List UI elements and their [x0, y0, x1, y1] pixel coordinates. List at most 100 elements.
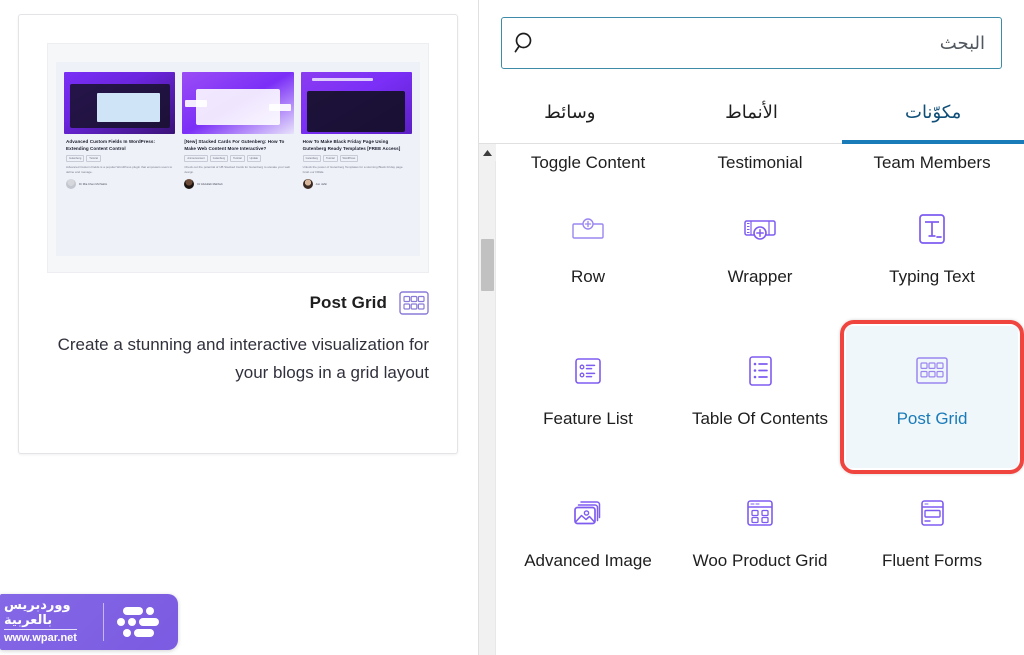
- block-item-team-members[interactable]: Team Members: [846, 144, 1018, 184]
- block-preview-meta: Post Grid Create a stunning and interact…: [47, 291, 429, 386]
- post-grid-icon: [911, 342, 953, 400]
- thumbnail-post-tags: Gutenberg Tutorial WordPress: [302, 155, 410, 163]
- tab-label: الأنماط: [725, 101, 778, 122]
- thumbnail-post-card: Advanced Custom Fields In WordPress: Ext…: [64, 72, 176, 246]
- block-item-label: Row: [571, 266, 606, 286]
- advanced-image-icon: [566, 484, 610, 542]
- search-icon: [502, 30, 548, 56]
- block-item-fluent-forms[interactable]: Fluent Forms: [846, 468, 1018, 610]
- thumbnail-author-name: Jon Jahir: [315, 182, 328, 187]
- block-item-label: Typing Text: [889, 266, 975, 286]
- thumbnail-post-title: [New] Stacked Cards For Gutenberg: How T…: [184, 139, 285, 152]
- block-item-testimonial[interactable]: Testimonial: [674, 144, 846, 184]
- block-item-typing-text[interactable]: Typing Text: [846, 184, 1018, 326]
- search-row: [479, 0, 1024, 86]
- thumbnail-post-tag: Update: [246, 155, 261, 163]
- thumbnail-post-card: How To Make Black Friday Page Using Gute…: [300, 72, 412, 246]
- tab-components[interactable]: مكوّنات: [842, 86, 1024, 144]
- thumbnail-post-image: [182, 72, 294, 134]
- thumbnail-author-name: Dr Mia Chen Md Salim: [79, 182, 108, 187]
- block-preview-area: How To Make Black Friday Page Using Gute…: [0, 0, 478, 655]
- block-item-label: Feature List: [543, 408, 633, 428]
- block-item-label: Wrapper: [727, 266, 793, 286]
- avatar: [302, 179, 313, 190]
- thumbnail-post-tag: Tutorial: [322, 155, 338, 163]
- thumbnail-post-title: Advanced Custom Fields In WordPress: Ext…: [66, 139, 156, 152]
- block-item-label: Post Grid: [896, 408, 968, 428]
- tab-patterns[interactable]: الأنماط: [661, 86, 843, 144]
- tab-label: مكوّنات: [905, 101, 962, 122]
- screen-root: How To Make Black Friday Page Using Gute…: [0, 0, 1024, 655]
- avatar: [66, 179, 77, 190]
- avatar: [184, 179, 195, 190]
- thumbnail-post-tags: Announcement Gutenberg Tutorial Update: [184, 155, 291, 163]
- block-grid-list: Team Members Testimonial Toggle Content: [496, 144, 1024, 610]
- block-item-label: Woo Product Grid: [692, 550, 828, 570]
- row-icon: [565, 200, 611, 258]
- block-preview-title: Post Grid: [309, 293, 387, 312]
- thumbnail-post-tag: Tutorial: [86, 155, 101, 163]
- typing-text-icon: [912, 200, 952, 258]
- search-input[interactable]: [548, 18, 1001, 68]
- thumbnail-post-tag: Gutenberg: [209, 155, 229, 163]
- block-preview-card: How To Make Black Friday Page Using Gute…: [18, 14, 458, 454]
- woo-product-grid-icon: [739, 484, 781, 542]
- block-item-woo-product-grid[interactable]: Woo Product Grid: [674, 468, 846, 610]
- wrapper-icon: [738, 200, 782, 258]
- watermark-logo-icon: [104, 594, 178, 650]
- blocks-scroll-container: Team Members Testimonial Toggle Content: [496, 144, 1024, 655]
- block-item-label: Toggle Content: [530, 153, 646, 172]
- scrollbar-thumb[interactable]: [481, 239, 494, 291]
- feature-list-icon: [568, 342, 608, 400]
- blocks-region: Team Members Testimonial Toggle Content: [479, 144, 1024, 655]
- block-item-advanced-image[interactable]: Advanced Image: [502, 468, 674, 610]
- watermark-line-1: ووردبريس: [4, 597, 71, 613]
- blocks-scrollbar[interactable]: [479, 144, 496, 655]
- tab-label: وسائط: [544, 101, 596, 122]
- block-item-wrapper[interactable]: Wrapper: [674, 184, 846, 326]
- block-item-label: Testimonial: [717, 153, 803, 172]
- thumbnail-post-author: Dr Abdullah Mahbub: [184, 179, 291, 190]
- watermark-divider: [103, 603, 104, 641]
- thumbnail-post-grid: How To Make Black Friday Page Using Gute…: [56, 62, 420, 256]
- watermark-url: www.wpar.net: [4, 629, 77, 645]
- table-of-contents-icon: [741, 342, 779, 400]
- thumbnail-post-card: [New] Stacked Cards For Gutenberg: How T…: [182, 72, 294, 246]
- site-watermark: ووردبريس بالعربية www.wpar.net: [0, 594, 178, 650]
- block-inserter-panel: مكوّنات الأنماط وسائط Team Members Testi…: [478, 0, 1024, 655]
- search-box[interactable]: [501, 17, 1002, 69]
- block-item-table-of-contents[interactable]: Table Of Contents: [674, 326, 846, 468]
- thumbnail-post-image: [300, 72, 412, 134]
- inserter-tabs: مكوّنات الأنماط وسائط: [479, 86, 1024, 144]
- block-preview-thumbnail: How To Make Black Friday Page Using Gute…: [47, 43, 429, 273]
- thumbnail-post-excerpt: Advanced Custom Fields is a popular Word…: [66, 165, 173, 175]
- triangle-up-icon[interactable]: [479, 144, 496, 161]
- tab-media[interactable]: وسائط: [479, 86, 661, 144]
- block-item-row[interactable]: Row: [502, 184, 674, 326]
- watermark-text: ووردبريس بالعربية www.wpar.net: [0, 598, 103, 645]
- thumbnail-post-tag: Gutenberg: [302, 155, 321, 163]
- block-item-post-grid[interactable]: Post Grid: [846, 325, 1018, 468]
- thumbnail-post-author: Dr Mia Chen Md Salim: [66, 179, 173, 190]
- block-preview-title-row: Post Grid: [47, 291, 429, 315]
- thumbnail-post-excerpt: Check out the potential of UB Stacked Ca…: [184, 165, 291, 175]
- block-item-label: Table Of Contents: [691, 408, 829, 428]
- watermark-line-2: بالعربية: [4, 611, 53, 627]
- thumbnail-post-tag: Tutorial: [230, 155, 245, 163]
- thumbnail-post-image: [64, 72, 176, 134]
- post-grid-icon: [399, 291, 429, 315]
- thumbnail-post-tag: Gutenberg: [66, 155, 85, 163]
- block-item-label: Team Members: [873, 153, 991, 172]
- thumbnail-post-tag: WordPress: [339, 155, 359, 163]
- thumbnail-post-title: How To Make Black Friday Page Using Gute…: [302, 139, 401, 152]
- block-item-toggle-content[interactable]: Toggle Content: [502, 144, 674, 184]
- thumbnail-author-name: Dr Abdullah Mahbub: [197, 182, 223, 187]
- thumbnail-post-tags: Gutenberg Tutorial: [66, 155, 173, 163]
- block-item-label: Fluent Forms: [881, 550, 983, 570]
- block-item-label: Advanced Image: [524, 550, 652, 570]
- fluent-forms-icon: [912, 484, 952, 542]
- block-preview-description: Create a stunning and interactive visual…: [57, 335, 429, 382]
- block-item-feature-list[interactable]: Feature List: [502, 326, 674, 468]
- thumbnail-post-excerpt: Unlock the power of Gutenberg Templates …: [302, 165, 404, 175]
- thumbnail-post-tag: Announcement: [184, 155, 208, 163]
